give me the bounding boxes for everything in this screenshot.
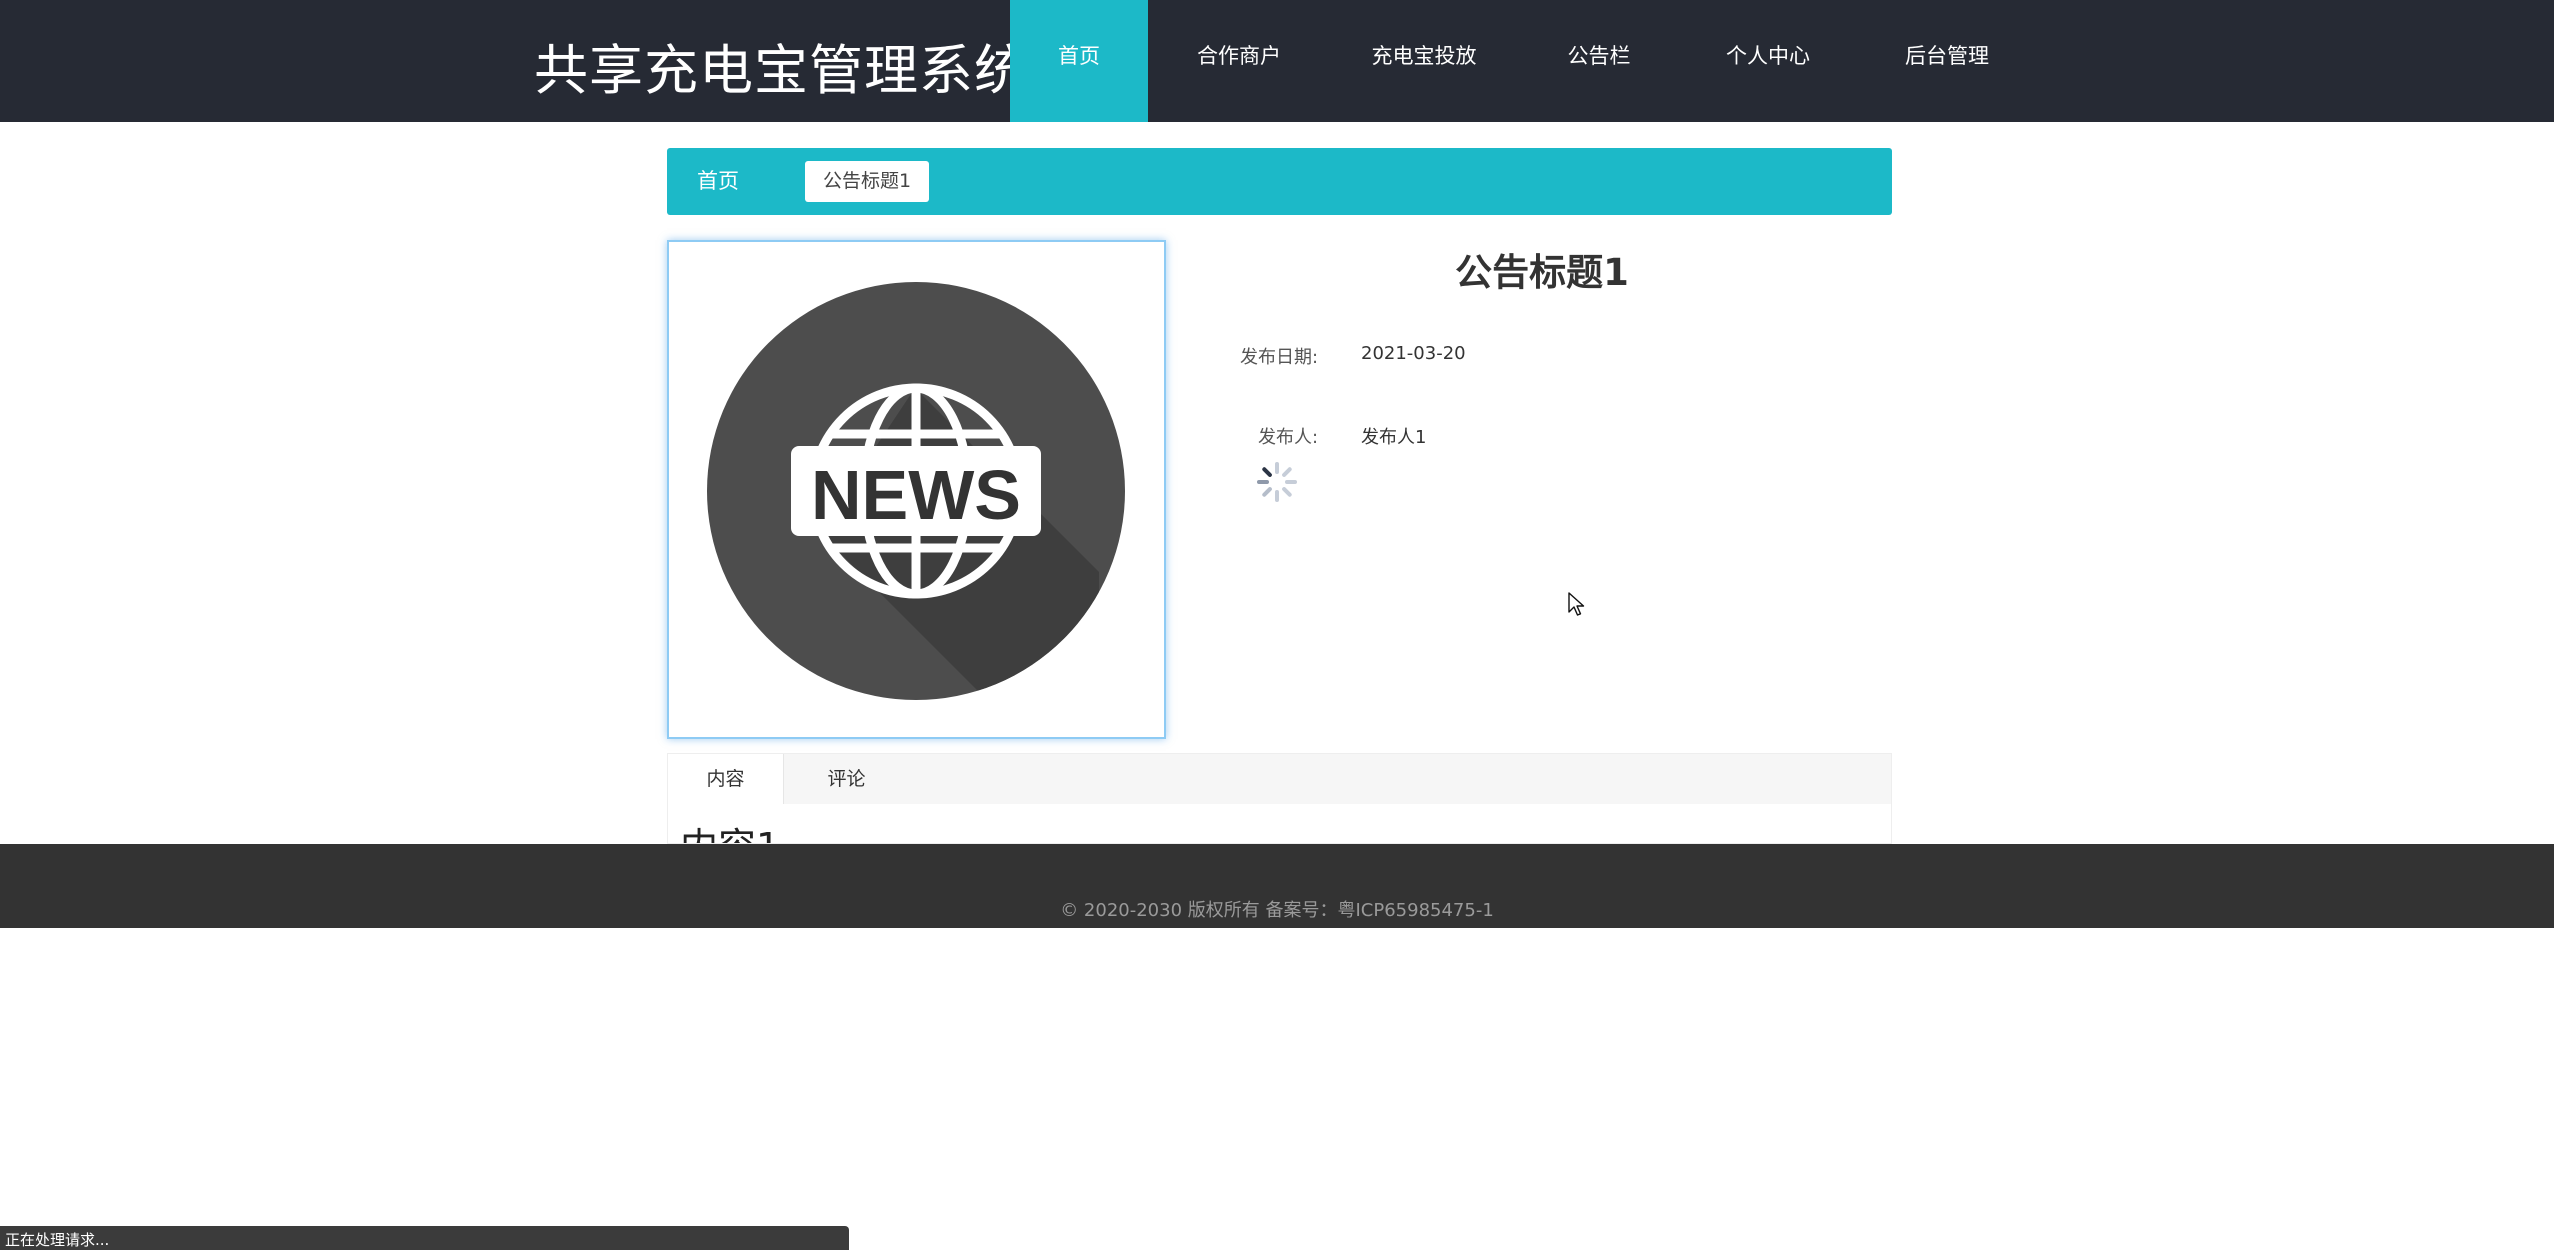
loading-spinner-icon (1257, 462, 1297, 502)
browser-status-bar: 正在处理请求... (0, 1226, 849, 1250)
tab-content[interactable]: 内容 (668, 754, 784, 804)
tab-panel-content (668, 804, 1891, 843)
nav-item-powerbank-deploy[interactable]: 充电宝投放 (1330, 0, 1518, 122)
tab-comments[interactable]: 评论 (783, 754, 910, 804)
nav-item-personal-center[interactable]: 个人中心 (1680, 0, 1856, 122)
breadcrumb: 首页 公告标题1 (667, 148, 1892, 215)
notice-title: 公告标题1 (1455, 251, 1629, 294)
breadcrumb-home[interactable]: 首页 (697, 148, 739, 215)
notice-image: NEWS (667, 240, 1166, 739)
notice-content: 内容1 (680, 816, 780, 843)
footer: © 2020-2030 版权所有 备案号：粤ICP65985475-1 (0, 844, 2554, 928)
nav-item-merchants[interactable]: 合作商户 (1148, 0, 1330, 122)
publisher-value: 发布人1 (1361, 427, 1427, 448)
publisher-label: 发布人: (1258, 427, 1319, 448)
detail-tabs: 内容 评论 内容1 (667, 753, 1892, 844)
mouse-cursor-icon (1568, 592, 1585, 616)
copyright-text: © 2020-2030 版权所有 备案号：粤ICP65985475-1 (1060, 900, 1494, 921)
publish-date-label: 发布日期: (1240, 347, 1319, 368)
nav-item-notice-board[interactable]: 公告栏 (1518, 0, 1680, 122)
site-title: 共享充电宝管理系统 (534, 39, 1029, 102)
news-globe-icon: NEWS (707, 282, 1125, 700)
breadcrumb-current: 公告标题1 (805, 161, 930, 202)
publish-date-value: 2021-03-20 (1361, 343, 1466, 364)
news-label: NEWS (811, 456, 1021, 534)
nav-item-admin[interactable]: 后台管理 (1856, 0, 2038, 122)
nav-item-home[interactable]: 首页 (1010, 0, 1148, 122)
top-navbar: 共享充电宝管理系统 首页 合作商户 充电宝投放 公告栏 个人中心 后台管理 (0, 0, 2554, 122)
status-text: 正在处理请求... (5, 1231, 110, 1249)
